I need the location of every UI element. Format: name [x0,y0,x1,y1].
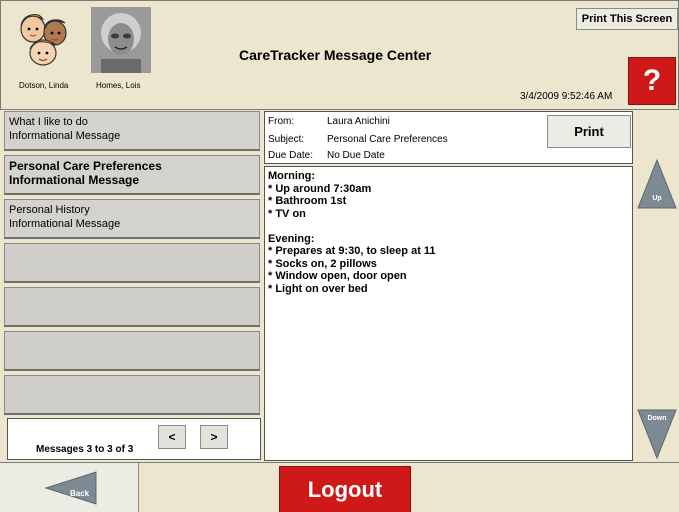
scroll-down-label: Down [647,415,667,422]
message-type: Informational Message [9,130,121,142]
message-title: Personal Care Preferences [9,159,162,173]
subject-value: Personal Care Preferences [327,134,448,145]
from-label: From: [268,116,295,127]
arrow-left-icon [44,471,97,505]
footer-bar: Back Logout [0,462,679,512]
body-line [268,220,629,233]
body-line: * Prepares at 9:30, to sleep at 11 [268,245,436,257]
resident-avatar-cartoon[interactable] [13,7,73,73]
print-button[interactable]: Print [547,115,631,148]
page-title: CareTracker Message Center [239,47,432,63]
message-type: Informational Message [9,173,140,187]
help-button[interactable]: ? [628,57,676,105]
arrow-up-icon [637,158,677,209]
body-line: * Bathroom 1st [268,195,347,207]
message-item-personal-history[interactable]: Personal History Informational Message [4,199,260,239]
back-label: Back [70,489,90,498]
header-bar: Dotson, Linda Homes, Lois CareTracker Me… [0,0,679,110]
back-button[interactable]: Back [0,463,139,512]
body-line: * Light on over bed [268,282,368,295]
body-line: * Up around 7:30am [268,182,372,195]
scroll-up-label: Up [652,195,662,202]
message-item-empty[interactable] [4,331,260,371]
from-value: Laura Anichini [327,116,390,127]
subject-label: Subject: [268,134,305,145]
body-line: Evening: [268,232,315,245]
pager-status: Messages 3 to 3 of 3 [36,444,134,455]
body-line: * Socks on, 2 pillows [268,257,377,270]
scroll-up-button[interactable]: Up [636,158,678,210]
scroll-down-button[interactable]: Down [636,408,678,460]
message-title: Personal History [9,204,90,216]
message-item-empty[interactable] [4,375,260,415]
body-line: * TV on [268,207,306,220]
message-header: From: Laura Anichini Subject: Personal C… [264,111,633,164]
timestamp: 3/4/2009 9:52:46 AM [520,91,613,102]
message-item-personal-care-preferences[interactable]: Personal Care Preferences Informational … [4,155,260,195]
message-title: What I like to do [9,116,88,128]
previous-page-button[interactable]: < [158,425,186,449]
resident-name-1: Dotson, Linda [19,81,69,90]
body-line: * Window open, door open [268,270,407,282]
next-page-button[interactable]: > [200,425,228,449]
due-date-value: No Due Date [327,150,385,161]
message-type: Informational Message [9,218,121,230]
print-screen-button[interactable]: Print This Screen [576,8,678,30]
body-line: Morning: [268,170,316,182]
family-cartoon-icon [20,14,67,66]
message-pager: Messages 3 to 3 of 3 < > [7,418,261,460]
resident-avatar-photo[interactable] [91,7,151,73]
message-body: Morning: * Up around 7:30am * Bathroom 1… [264,166,633,461]
message-item-empty[interactable] [4,243,260,283]
person-photo-icon [91,7,151,73]
message-item-what-i-like-to-do[interactable]: What I like to do Informational Message [4,111,260,151]
message-item-empty[interactable] [4,287,260,327]
logout-button[interactable]: Logout [279,466,411,512]
due-date-label: Due Date: [268,150,314,161]
resident-name-2: Homes, Lois [96,81,141,90]
